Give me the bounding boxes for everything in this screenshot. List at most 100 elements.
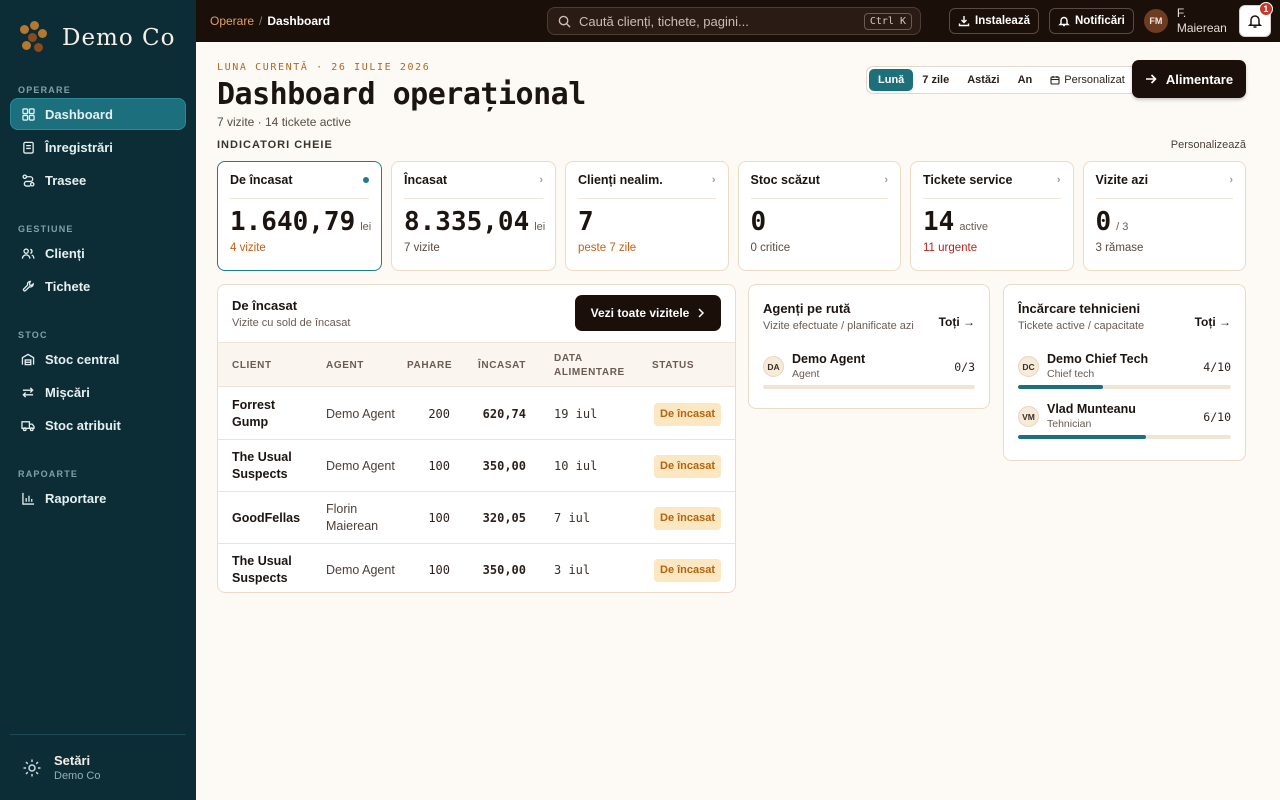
sidebar-item-trasee[interactable]: Trasee [10,164,186,196]
cell-agent: Demo Agent [326,406,395,421]
status-badge: De încasat [654,558,722,582]
search-input[interactable]: Caută clienți, tichete, pagini... Ctrl K [547,7,921,35]
technician-role: Tehnician [1047,418,1092,430]
column-header-client[interactable]: CLIENT [232,343,272,388]
technician-count: 4/10 [1203,360,1231,374]
customize-link[interactable]: Personalizează [1171,139,1246,151]
kpi-title: Vizite azi [1095,173,1149,187]
sidebar-item-label: Tichete [45,278,91,294]
cell-status: De încasat [654,388,722,440]
page-subtitle: 7 vizite · 14 tickete active [217,115,352,129]
view-all-visits-button[interactable]: Vezi toate vizitele [575,295,721,331]
cell-client: The Usual Suspects [232,554,292,585]
brand-name: Demo Co [62,25,176,51]
period-tab-an[interactable]: An [1009,69,1042,91]
sidebar-item-dashboard[interactable]: Dashboard [10,98,186,130]
table-row[interactable]: Forrest Gump Demo Agent 200 620,74 19 iu… [218,388,735,440]
cell-data: 10 iul [554,458,598,473]
status-badge: De încasat [654,454,722,478]
table-row[interactable]: The Usual Suspects Demo Agent 100 350,00… [218,440,735,492]
sidebar-item-stoc-atribuit[interactable]: Stoc atribuit [10,409,186,441]
agents-view-all-link[interactable]: Toți → [939,315,975,329]
breadcrumb: Operare / Dashboard [210,14,547,28]
cell-pahare: 200 [428,406,450,421]
sidebar-item-miscari[interactable]: Mișcări [10,376,186,408]
sidebar-item-raportare[interactable]: Raportare [10,482,186,514]
technician-row[interactable]: DC Demo Chief Tech Chief tech 4/10 [1018,352,1231,392]
kpi-value: 1.640,79 [230,207,356,237]
agents-title: Agenți pe rută [763,301,851,316]
kpi-foot: 11 urgente [923,242,978,254]
clipboard-icon [21,140,35,154]
chevron-right-icon: › [884,174,888,186]
sidebar-item-clienti[interactable]: Clienți [10,237,186,269]
kpi-card-stoc-scazut[interactable]: Stoc scăzut › 0 0 critice [737,161,901,271]
column-header-agent[interactable]: AGENT [326,343,364,388]
sidebar-item-stoc-central[interactable]: Stoc central [10,343,186,375]
period-tab-astazi[interactable]: Astăzi [958,69,1008,91]
table-row[interactable]: The Usual Suspects Demo Agent 100 350,00… [218,544,735,596]
user-name-line2: Maierean [1176,21,1227,35]
agents-card: Agenți pe rută Vizite efectuate / planif… [748,284,990,409]
column-header-pahare[interactable]: PAHARE [407,343,452,388]
install-label: Instalează [975,15,1030,27]
cell-status: De încasat [654,544,722,596]
kpi-card-tickete-service[interactable]: Tickete service › 14 active 11 urgente [910,161,1074,271]
avatar: DC [1018,356,1039,377]
column-header-incasat[interactable]: ÎNCASAT [478,343,526,388]
kpi-title: Clienți nealim. [578,173,663,187]
kpi-foot: 4 vizite [230,242,266,254]
kpi-card-vizite-azi[interactable]: Vizite azi › 0 / 3 3 rămase [1082,161,1246,271]
column-header-status[interactable]: STATUS [652,343,694,388]
breadcrumb-current: Dashboard [267,14,331,28]
sidebar-item-tichete[interactable]: Tichete [10,270,186,302]
column-header-data-alimentare[interactable]: DATA ALIMENTARE [554,343,634,388]
agents-subtitle: Vizite efectuate / planificate azi [763,320,914,332]
period-tab-7-zile[interactable]: 7 zile [913,69,958,91]
chevron-right-icon: › [711,174,716,186]
agent-row[interactable]: DA Demo Agent Agent 0/3 [763,352,975,392]
kpi-card-clienti-nealimentati[interactable]: Clienți nealim. › 7 peste 7 zile [565,161,729,271]
notification-bell-button[interactable]: 1 [1238,2,1273,37]
kpi-card-de-incasat[interactable]: De încasat 1.640,79 lei 4 vizite [217,161,382,271]
settings-link[interactable]: Setări Demo Co [10,734,186,800]
technician-row[interactable]: VM Vlad Munteanu Tehnician 6/10 [1018,402,1231,442]
kpi-title: Stoc scăzut [750,173,820,187]
brand[interactable]: Demo Co [0,0,196,76]
cell-client: The Usual Suspects [232,450,292,481]
sidebar-item-inregistrari[interactable]: Înregistrări [10,131,186,163]
gear-icon [23,759,41,776]
period-tab-personalizat[interactable]: Personalizat [1041,69,1134,91]
sidebar-item-label: Stoc atribuit [45,417,121,433]
install-button[interactable]: Instalează [949,8,1039,34]
technician-progress-bar [1018,385,1231,389]
cell-client: Forrest Gump [232,398,276,429]
kpi-title: Tickete service [923,173,1013,187]
kpi-value: 0 [750,207,767,237]
notifications-button[interactable]: Notificări [1048,8,1134,34]
cell-pahare: 100 [428,562,450,577]
sidebar-item-label: Înregistrări [45,139,113,155]
user-name[interactable]: F. Maierean [1177,6,1233,36]
alimentare-button[interactable]: Alimentare [1132,60,1246,98]
technicians-view-all-link[interactable]: Toți → [1195,315,1231,329]
kpi-unit: lei [534,221,546,233]
topbar: Operare / Dashboard Caută clienți, tichete… [196,0,1280,42]
calendar-icon [1050,76,1060,85]
kpi-unit: lei [360,221,372,233]
receivables-card: De încasat Vizite cu sold de încasat Vez… [217,284,736,593]
kpi-unit: / 3 [1116,221,1129,233]
cell-data: 3 iul [554,562,591,577]
avatar[interactable]: FM [1143,9,1168,33]
technician-role: Chief tech [1047,368,1095,380]
cell-client: GoodFellas [232,510,301,525]
sidebar-item-label: Raportare [45,490,107,506]
notification-badge: 1 [1258,2,1273,16]
breadcrumb-parent[interactable]: Operare [210,14,254,28]
table-row[interactable]: GoodFellas Florin Maierean 100 320,05 7 … [218,492,735,544]
kpi-card-incasat[interactable]: Încasat › 8.335,04 lei 7 vizite [391,161,556,271]
period-tab-luna[interactable]: Lună [869,69,914,91]
cell-pahare: 100 [428,510,450,525]
sidebar-item-label: Stoc central [45,351,120,367]
nav-section-stoc: STOC [18,330,48,340]
